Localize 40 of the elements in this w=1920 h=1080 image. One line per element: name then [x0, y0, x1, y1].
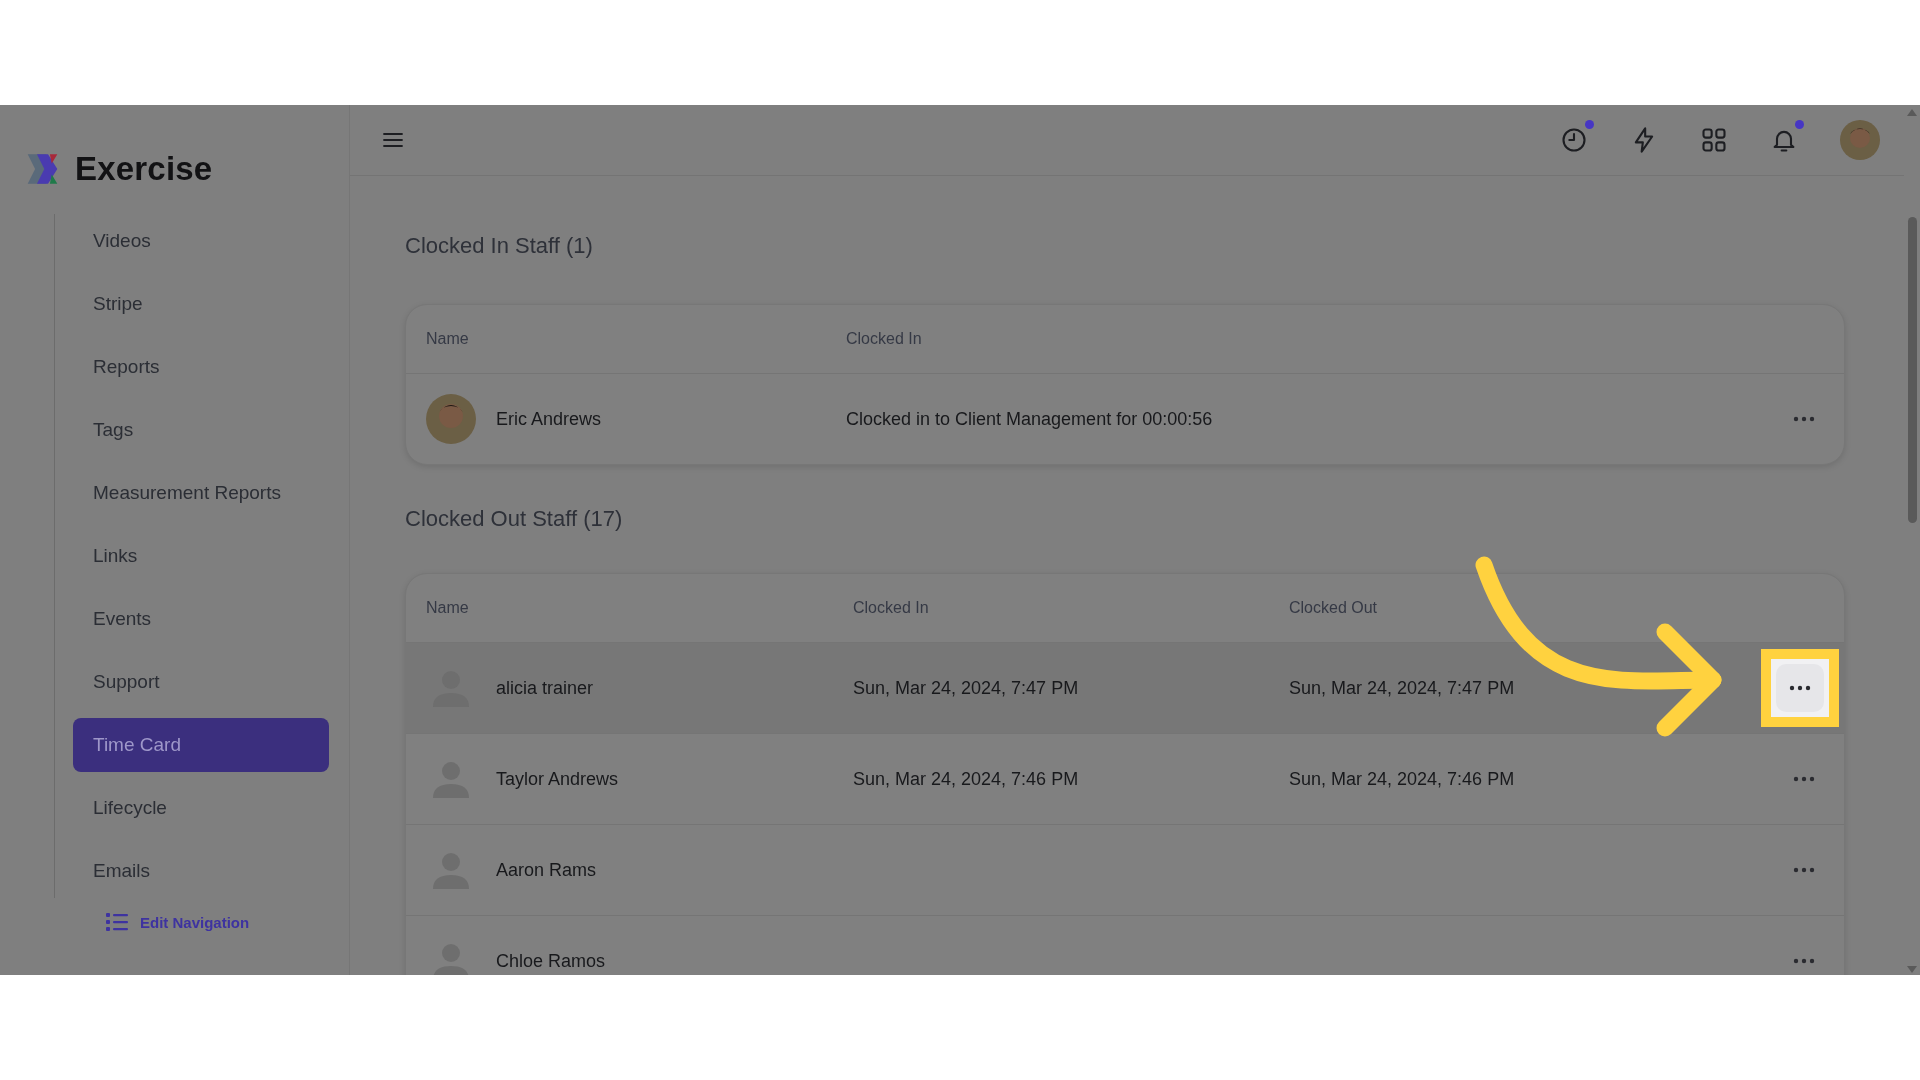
nav-item[interactable]: Tags: [73, 403, 329, 457]
more-icon: [1792, 957, 1816, 965]
list-icon: [106, 912, 128, 932]
section-title: Clocked In Staff (1): [405, 232, 594, 260]
staff-name: Taylor Andrews: [496, 768, 619, 790]
more-icon: [1788, 684, 1812, 692]
clock-out-time: Sun, Mar 24, 2024, 7:47 PM: [1289, 677, 1515, 698]
column-header: Name: [425, 599, 470, 617]
nav-item[interactable]: Support: [73, 655, 329, 709]
staff-name: Aaron Rams: [496, 859, 597, 881]
edit-navigation-link[interactable]: Edit Navigation: [140, 913, 250, 931]
column-header: Clocked In: [852, 599, 930, 617]
staff-name: Eric Andrews: [496, 408, 602, 430]
column-header: Clocked In: [845, 330, 923, 348]
more-icon: [1792, 866, 1816, 874]
clock-icon[interactable]: [1560, 126, 1588, 154]
nav-item[interactable]: Links: [73, 529, 329, 583]
nav-item[interactable]: Stripe: [73, 277, 329, 331]
scrollbar-thumb[interactable]: [1907, 217, 1917, 523]
more-icon: [1792, 415, 1816, 423]
nav-item[interactable]: Videos: [73, 214, 329, 268]
nav-item[interactable]: Time Card: [73, 718, 329, 772]
column-header: Name: [425, 330, 470, 348]
column-header: Clocked Out: [1288, 599, 1379, 617]
staff-name: alicia trainer: [496, 677, 594, 699]
staff-name: Chloe Ramos: [496, 950, 606, 972]
apps-grid-icon[interactable]: [1700, 126, 1728, 154]
clock-in-status: Clocked in to Client Management for 00:00:56: [846, 408, 1213, 429]
section-title: Clocked Out Staff (17): [405, 505, 624, 533]
app-name: Exercise: [75, 150, 213, 188]
more-options-button[interactable]: [1776, 664, 1824, 712]
clock-out-time: Sun, Mar 24, 2024, 7:46 PM: [1289, 768, 1515, 789]
nav-item[interactable]: Lifecycle: [73, 781, 329, 835]
nav-item[interactable]: Emails: [73, 844, 329, 898]
clock-in-time: Sun, Mar 24, 2024, 7:47 PM: [853, 677, 1079, 698]
nav-item[interactable]: Measurement Reports: [73, 466, 329, 520]
clock-in-time: Sun, Mar 24, 2024, 7:46 PM: [853, 768, 1079, 789]
nav-item[interactable]: Reports: [73, 340, 329, 394]
more-icon: [1792, 775, 1816, 783]
nav-item[interactable]: Events: [73, 592, 329, 646]
